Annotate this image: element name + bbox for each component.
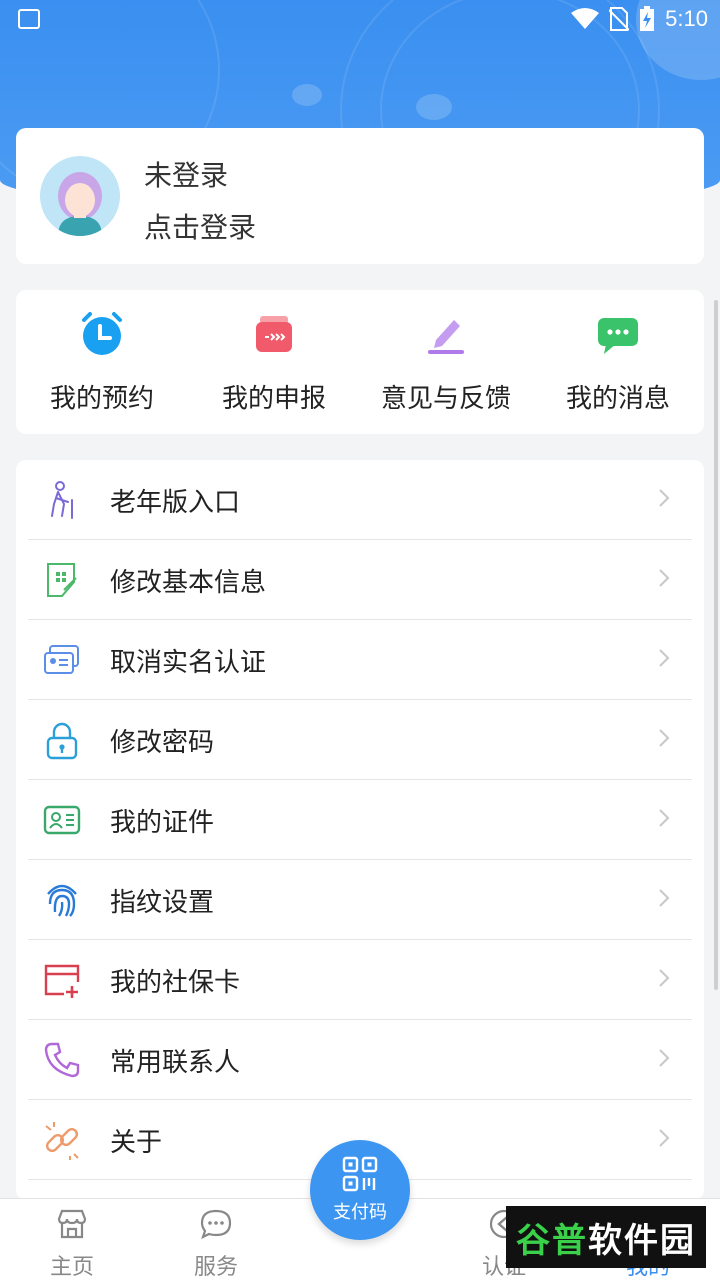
chevron-right-icon bbox=[659, 1049, 670, 1067]
pay-code-button[interactable]: 支付码 bbox=[310, 1140, 410, 1240]
menu-item-fingerprint[interactable]: 指纹设置 bbox=[28, 860, 692, 940]
quick-actions: 我的预约 我的申报 意见与反馈 我的消息 bbox=[16, 290, 704, 434]
chevron-right-icon bbox=[659, 889, 670, 907]
menu-label: 关于 bbox=[110, 1128, 163, 1158]
fingerprint-icon bbox=[47, 884, 77, 917]
chevron-right-icon bbox=[659, 969, 670, 987]
no-sim-icon bbox=[609, 7, 630, 31]
avatar[interactable] bbox=[40, 156, 120, 236]
chat-icon bbox=[598, 318, 638, 354]
watermark-part1: 谷普 bbox=[516, 1220, 588, 1261]
store-icon bbox=[57, 1209, 87, 1239]
image-notification-icon bbox=[18, 9, 40, 29]
profile-card[interactable]: 未登录 点击登录 bbox=[16, 128, 704, 264]
login-status: 未登录 bbox=[144, 159, 229, 192]
lock-icon bbox=[46, 722, 78, 760]
chevron-right-icon bbox=[659, 649, 670, 667]
menu-label: 我的证件 bbox=[110, 808, 215, 838]
phone-contact-icon bbox=[44, 1042, 80, 1078]
tab-services[interactable]: 服务 bbox=[166, 1207, 266, 1280]
quick-label: 我的预约 bbox=[49, 384, 154, 414]
status-time: 5:10 bbox=[665, 6, 708, 31]
chat-bubble-icon bbox=[200, 1209, 232, 1240]
tab-label: 服务 bbox=[193, 1255, 238, 1280]
quick-report[interactable]: 我的申报 bbox=[188, 290, 360, 434]
battery-icon bbox=[640, 6, 655, 31]
menu-item-social-security-card[interactable]: 我的社保卡 bbox=[28, 940, 692, 1020]
chevron-right-icon bbox=[659, 569, 670, 587]
tab-label: 主页 bbox=[49, 1255, 94, 1280]
chevron-right-icon bbox=[659, 729, 670, 747]
elderly-icon bbox=[51, 481, 73, 519]
wifi-icon bbox=[571, 8, 600, 29]
watermark-part2: 软件园 bbox=[588, 1220, 696, 1261]
pencil-icon bbox=[428, 320, 464, 354]
menu-label: 修改密码 bbox=[110, 728, 215, 758]
edit-info-icon bbox=[47, 563, 77, 597]
menu-item-change-password[interactable]: 修改密码 bbox=[28, 700, 692, 780]
quick-feedback[interactable]: 意见与反馈 bbox=[360, 290, 532, 434]
tab-home[interactable]: 主页 bbox=[22, 1207, 122, 1280]
watermark: 谷普 软件园 bbox=[506, 1206, 706, 1268]
elderly-avatar-icon bbox=[58, 172, 102, 236]
qr-code-icon bbox=[342, 1156, 378, 1192]
link-icon bbox=[45, 1122, 79, 1160]
menu-item-elderly-mode[interactable]: 老年版入口 bbox=[28, 460, 692, 540]
quick-label: 我的消息 bbox=[565, 384, 670, 414]
chevron-right-icon bbox=[659, 1129, 670, 1147]
pay-code-label: 支付码 bbox=[333, 1202, 387, 1223]
scrollbar[interactable] bbox=[714, 300, 718, 990]
menu-label: 指纹设置 bbox=[110, 888, 215, 918]
quick-label: 意见与反馈 bbox=[380, 384, 511, 414]
menu-item-my-documents[interactable]: 我的证件 bbox=[28, 780, 692, 860]
report-icon bbox=[256, 316, 292, 352]
menu-label: 修改基本信息 bbox=[110, 568, 267, 598]
menu-label: 常用联系人 bbox=[110, 1048, 241, 1078]
menu-label: 取消实名认证 bbox=[110, 648, 267, 678]
settings-menu: 老年版入口 修改基本信息 取消实名认证 修改密码 我的证件 指纹设置 我的社保卡… bbox=[16, 460, 704, 1200]
menu-item-cancel-verification[interactable]: 取消实名认证 bbox=[28, 620, 692, 700]
menu-label: 老年版入口 bbox=[110, 488, 241, 518]
social-card-icon bbox=[44, 964, 80, 998]
menu-label: 我的社保卡 bbox=[110, 968, 241, 998]
id-card-icon bbox=[43, 805, 81, 835]
chevron-right-icon bbox=[659, 489, 670, 507]
chevron-right-icon bbox=[659, 809, 670, 827]
menu-item-contacts[interactable]: 常用联系人 bbox=[28, 1020, 692, 1100]
menu-item-edit-info[interactable]: 修改基本信息 bbox=[28, 540, 692, 620]
quick-label: 我的申报 bbox=[221, 384, 326, 414]
alarm-clock-icon bbox=[82, 312, 122, 355]
status-bar: 5:10 bbox=[0, 0, 720, 40]
quick-messages[interactable]: 我的消息 bbox=[532, 290, 704, 434]
quick-appointment[interactable]: 我的预约 bbox=[16, 290, 188, 434]
id-cards-icon bbox=[44, 645, 79, 674]
login-link[interactable]: 点击登录 bbox=[144, 206, 256, 246]
